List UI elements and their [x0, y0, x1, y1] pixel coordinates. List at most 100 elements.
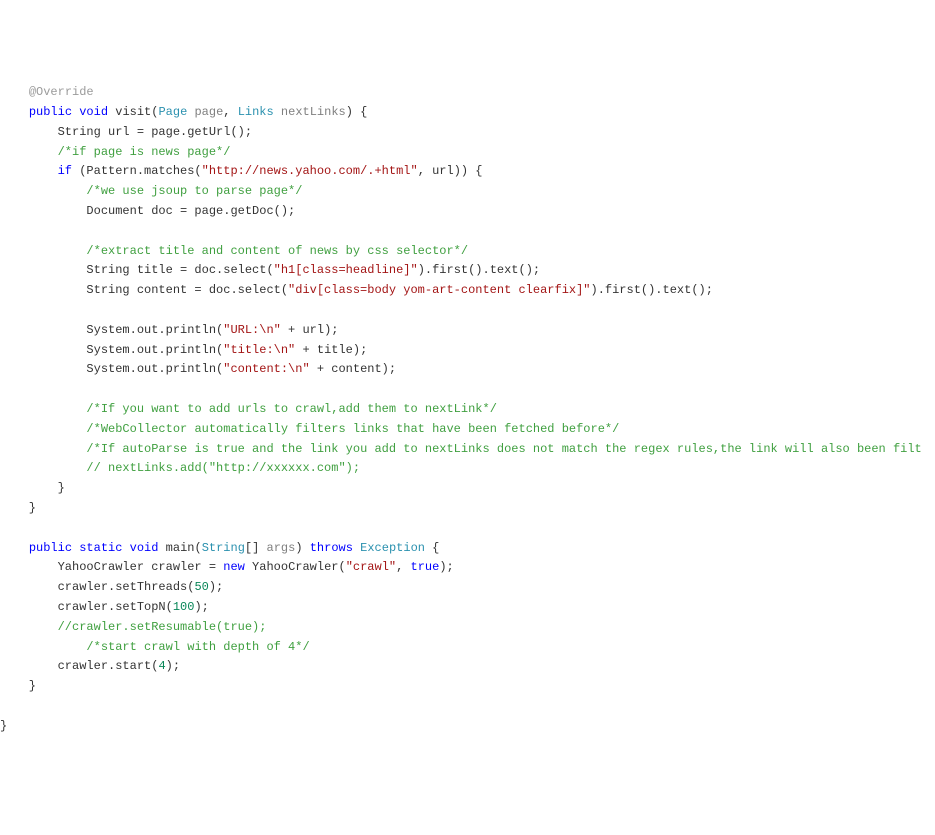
code-token: static — [79, 541, 122, 555]
code-token: , — [223, 105, 237, 119]
code-line: @Override — [0, 83, 935, 103]
code-token: main( — [158, 541, 201, 555]
code-line: // nextLinks.add("http://xxxxxx.com"); — [0, 459, 935, 479]
code-token: void — [79, 105, 108, 119]
code-token: "URL:\n" — [223, 323, 281, 337]
code-token: @Override — [29, 85, 94, 99]
code-token: "h1[class=headline]" — [274, 263, 418, 277]
code-token: "div[class=body yom-art-content clearfix… — [288, 283, 590, 297]
code-line: /*WebCollector automatically filters lin… — [0, 420, 935, 440]
code-token: YahooCrawler crawler = — [0, 560, 223, 574]
code-token: new — [223, 560, 245, 574]
code-line: //crawler.setResumable(true); — [0, 618, 935, 638]
code-token: System.out.println( — [0, 323, 223, 337]
code-token: Document doc = page.getDoc(); — [0, 204, 295, 218]
code-line: Document doc = page.getDoc(); — [0, 202, 935, 222]
code-token — [274, 105, 281, 119]
code-token: ) — [295, 541, 309, 555]
code-token — [0, 105, 29, 119]
code-token: Page — [158, 105, 187, 119]
code-line: } — [0, 479, 935, 499]
code-token: page — [194, 105, 223, 119]
code-token: "title:\n" — [223, 343, 295, 357]
code-line: /*If you want to add urls to crawl,add t… — [0, 400, 935, 420]
code-token: String url = page.getUrl(); — [0, 125, 252, 139]
code-token: 50 — [194, 580, 208, 594]
code-token: ).first().text(); — [418, 263, 540, 277]
code-token: visit( — [108, 105, 158, 119]
code-token: // nextLinks.add("http://xxxxxx.com"); — [86, 461, 360, 475]
code-token: /*if page is news page*/ — [58, 145, 231, 159]
code-token: ); — [194, 600, 208, 614]
code-token: crawler.setTopN( — [0, 600, 173, 614]
code-token: String title = doc.select( — [0, 263, 274, 277]
code-token — [0, 244, 86, 258]
code-line: System.out.println("content:\n" + conten… — [0, 360, 935, 380]
code-line: System.out.println("title:\n" + title); — [0, 341, 935, 361]
code-token: Exception — [360, 541, 425, 555]
code-token: ); — [166, 659, 180, 673]
code-token: args — [267, 541, 296, 555]
code-token: ); — [209, 580, 223, 594]
code-token: public — [29, 541, 72, 555]
code-token: Links — [238, 105, 274, 119]
code-token: /*start crawl with depth of 4*/ — [86, 640, 309, 654]
code-token: 4 — [158, 659, 165, 673]
code-token: + url); — [281, 323, 339, 337]
code-line: crawler.setTopN(100); — [0, 598, 935, 618]
code-token: ) { — [346, 105, 368, 119]
code-line — [0, 301, 935, 321]
code-block: @Override public void visit(Page page, L… — [0, 79, 935, 736]
code-line: /*extract title and content of news by c… — [0, 242, 935, 262]
code-line: public void visit(Page page, Links nextL… — [0, 103, 935, 123]
code-token: } — [0, 501, 36, 515]
code-line: /*we use jsoup to parse page*/ — [0, 182, 935, 202]
code-line: String title = doc.select("h1[class=head… — [0, 261, 935, 281]
code-token — [0, 145, 58, 159]
code-token — [0, 85, 29, 99]
code-token: + title); — [295, 343, 367, 357]
code-line — [0, 380, 935, 400]
code-line: } — [0, 677, 935, 697]
code-line: /*start crawl with depth of 4*/ — [0, 638, 935, 658]
code-line: public static void main(String[] args) t… — [0, 539, 935, 559]
code-token — [0, 541, 29, 555]
code-token: [] — [245, 541, 267, 555]
code-token — [0, 620, 58, 634]
code-line: String content = doc.select("div[class=b… — [0, 281, 935, 301]
code-token: String — [202, 541, 245, 555]
code-token: String content = doc.select( — [0, 283, 288, 297]
code-line: String url = page.getUrl(); — [0, 123, 935, 143]
code-token: //crawler.setResumable(true); — [58, 620, 267, 634]
code-line — [0, 519, 935, 539]
code-token: throws — [310, 541, 353, 555]
code-token: { — [425, 541, 439, 555]
code-token — [0, 442, 86, 456]
code-token: /*extract title and content of news by c… — [86, 244, 468, 258]
code-token: "crawl" — [346, 560, 396, 574]
code-token — [0, 402, 86, 416]
code-token — [0, 461, 86, 475]
code-token: 100 — [173, 600, 195, 614]
code-token — [0, 640, 86, 654]
code-token: nextLinks — [281, 105, 346, 119]
code-line: crawler.start(4); — [0, 657, 935, 677]
code-line: crawler.setThreads(50); — [0, 578, 935, 598]
code-token: System.out.println( — [0, 343, 223, 357]
code-token: /*If autoParse is true and the link you … — [86, 442, 921, 456]
code-token: true — [411, 560, 440, 574]
code-token — [0, 184, 86, 198]
code-line: if (Pattern.matches("http://news.yahoo.c… — [0, 162, 935, 182]
code-token: "content:\n" — [223, 362, 309, 376]
code-token: void — [130, 541, 159, 555]
code-token — [122, 541, 129, 555]
code-token: , — [396, 560, 410, 574]
code-token: } — [0, 719, 7, 733]
code-token: crawler.start( — [0, 659, 158, 673]
code-token: + content); — [310, 362, 396, 376]
code-token: /*WebCollector automatically filters lin… — [86, 422, 619, 436]
code-token: } — [0, 679, 36, 693]
code-token: crawler.setThreads( — [0, 580, 194, 594]
code-line — [0, 697, 935, 717]
code-token: if — [58, 164, 72, 178]
